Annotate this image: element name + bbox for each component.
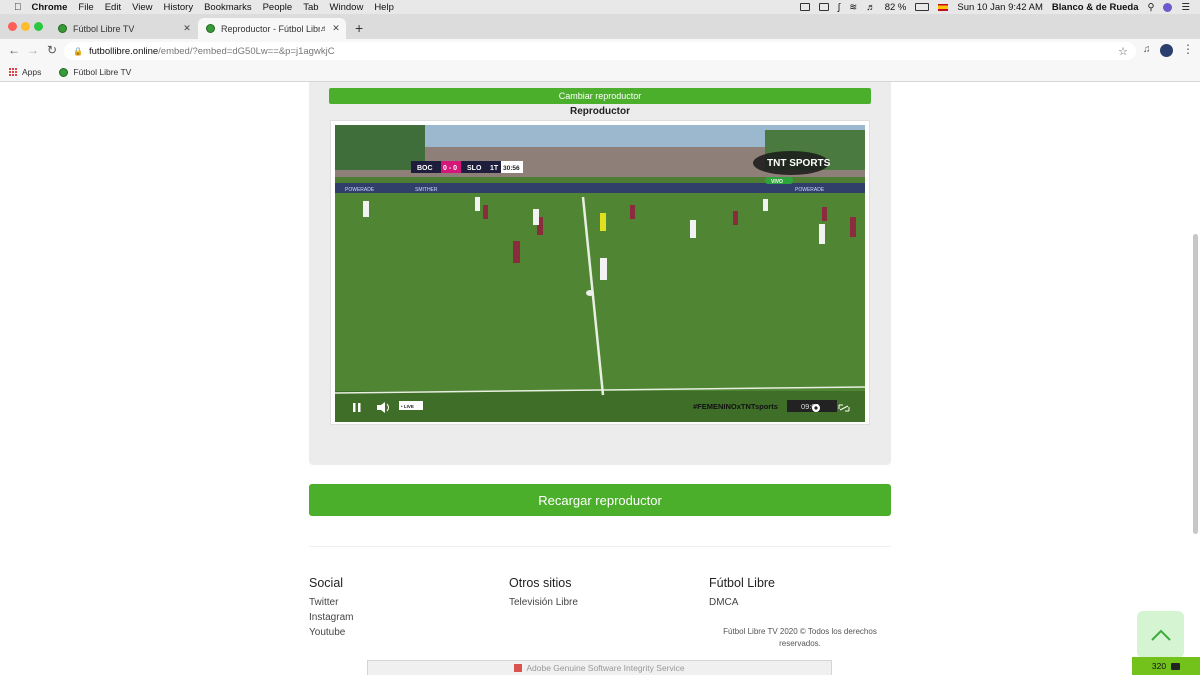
footer-link-dmca[interactable]: DMCA: [709, 597, 738, 608]
adobe-icon: [514, 664, 523, 672]
reload-icon[interactable]: ↻: [47, 43, 57, 57]
bookmark-star-icon[interactable]: ☆: [1118, 45, 1128, 58]
mac-menubar:  Chrome File Edit View History Bookmark…: [0, 0, 1200, 14]
zoom-window-button[interactable]: [34, 22, 43, 31]
bluetooth-icon[interactable]: ∫: [838, 2, 841, 13]
ball: [586, 290, 594, 296]
tnt-sports-logo: TNT SPORTS: [767, 158, 831, 169]
media-controls-icon[interactable]: ♫: [1143, 44, 1151, 55]
page-content: Cambiar reproductor Reproductor BOC 0 - …: [0, 82, 1200, 675]
live-indicator[interactable]: • LIVE: [401, 404, 414, 409]
chat-bubble-icon: [1171, 662, 1181, 670]
apple-icon[interactable]: : [14, 2, 22, 13]
back-icon[interactable]: ←: [8, 43, 20, 57]
menu-window[interactable]: Window: [330, 2, 364, 13]
new-tab-button[interactable]: +: [355, 20, 363, 36]
address-bar[interactable]: 🔒 futbollibre.online /embed/?embed=dG50L…: [64, 42, 1136, 60]
ad-board-3: POWERADE: [795, 187, 825, 193]
input-source-flag-icon[interactable]: [938, 3, 949, 11]
soccer-ball-icon: [59, 67, 69, 77]
menubar-status-area: ∫ ≋ ♬ 82 % Sun 10 Jan 9:42 AM Blanco & d…: [799, 0, 1190, 14]
footer-divider: [309, 546, 891, 547]
ad-board-2: SMITHER: [415, 187, 438, 193]
display-icon[interactable]: [799, 3, 810, 11]
minimize-window-button[interactable]: [21, 22, 30, 31]
menu-bookmarks[interactable]: Bookmarks: [204, 2, 252, 13]
tab-title: Reproductor - Fútbol Libre TV: [221, 23, 320, 34]
scoreboard-period: 1T: [490, 165, 499, 172]
user-name[interactable]: Blanco & de Rueda: [1052, 2, 1139, 13]
bookmark-apps[interactable]: Apps: [22, 67, 41, 77]
clock[interactable]: Sun 10 Jan 9:42 AM: [957, 2, 1043, 13]
menu-file[interactable]: File: [78, 2, 93, 13]
scoreboard-clock: 30:56: [503, 165, 520, 172]
reload-player-button[interactable]: Recargar reproductor: [309, 484, 891, 516]
scoreboard-score: 0 - 0: [443, 165, 457, 172]
bookmarks-bar: Apps Fútbol Libre TV: [0, 63, 1200, 82]
ad-board-1: POWERADE: [345, 187, 375, 193]
scoreboard-home: BOC: [417, 165, 433, 172]
bookmark-futbol-libre[interactable]: Fútbol Libre TV: [73, 67, 131, 77]
menu-chrome[interactable]: Chrome: [32, 2, 68, 13]
volume-icon[interactable]: ♬: [866, 2, 876, 13]
footer-link-twitter[interactable]: Twitter: [309, 597, 338, 608]
airplay-icon[interactable]: [818, 3, 829, 11]
footer-link-youtube[interactable]: Youtube: [309, 627, 345, 638]
adobe-notice-bar[interactable]: Adobe Genuine Software Integrity Service: [367, 660, 832, 675]
settings-gear-icon[interactable]: [812, 404, 820, 412]
wifi-icon[interactable]: ≋: [849, 2, 857, 13]
change-player-button[interactable]: Cambiar reproductor: [329, 88, 871, 104]
forward-icon[interactable]: →: [27, 43, 39, 57]
siri-icon[interactable]: [1163, 2, 1173, 12]
url-path: /embed/?embed=dG50Lw==&p=j1agwkjC: [158, 45, 335, 57]
chevron-up-icon: [1150, 629, 1171, 641]
footer-link-instagram[interactable]: Instagram: [309, 612, 353, 623]
video-player[interactable]: BOC 0 - 0 SLO 1T 30:56 TNT SPORTS VIVO P…: [335, 125, 865, 422]
lock-icon[interactable]: 🔒: [73, 47, 83, 56]
scroll-to-top-button[interactable]: [1137, 611, 1184, 658]
more-menu-icon[interactable]: ⋮: [1182, 42, 1194, 56]
soccer-ball-icon: [58, 24, 67, 33]
menu-history[interactable]: History: [164, 2, 194, 13]
counter-value: 320: [1151, 661, 1167, 671]
chat-counter-widget[interactable]: 320: [1132, 657, 1200, 675]
apps-grid-icon[interactable]: [9, 68, 17, 76]
soccer-ball-icon: [206, 24, 215, 33]
menu-people[interactable]: People: [263, 2, 293, 13]
page-scrollbar[interactable]: [1193, 234, 1198, 534]
footer-link-television-libre[interactable]: Televisión Libre: [509, 597, 578, 608]
video-frame: BOC 0 - 0 SLO 1T 30:56 TNT SPORTS VIVO P…: [335, 125, 865, 422]
close-tab-icon[interactable]: ✕: [330, 23, 342, 34]
notification-center-icon[interactable]: ☰: [1181, 2, 1190, 13]
url-host: futbollibre.online: [88, 45, 159, 57]
footer-heading-futbol-libre: Fútbol Libre: [709, 576, 776, 590]
menu-edit[interactable]: Edit: [105, 2, 121, 13]
speaker-icon[interactable]: ♬: [320, 24, 328, 33]
profile-avatar[interactable]: [1160, 44, 1173, 57]
scoreboard-away: SLO: [467, 165, 482, 172]
menu-tab[interactable]: Tab: [303, 2, 318, 13]
player-title: Reproductor: [570, 106, 630, 117]
footer-heading-other-sites: Otros sitios: [509, 576, 572, 590]
vivo-label: VIVO: [771, 179, 783, 185]
tab-reproductor[interactable]: Reproductor - Fútbol Libre TV ♬ ✕: [198, 18, 346, 39]
menu-help[interactable]: Help: [374, 2, 394, 13]
close-tab-icon[interactable]: ✕: [181, 23, 193, 34]
footer-heading-social: Social: [309, 576, 344, 590]
battery-percent[interactable]: 82 %: [885, 2, 907, 13]
copyright-text: Fútbol Libre TV 2020 © Todos los derecho…: [723, 627, 877, 648]
tab-title: Fútbol Libre TV: [73, 23, 135, 34]
battery-icon[interactable]: [915, 3, 930, 11]
menu-view[interactable]: View: [132, 2, 152, 13]
tab-futbol-libre[interactable]: Fútbol Libre TV ✕: [50, 18, 197, 39]
close-window-button[interactable]: [8, 22, 17, 31]
hashtag: #FEMENINOxTNTsports: [693, 402, 778, 411]
adobe-notice-text: Adobe Genuine Software Integrity Service: [526, 663, 685, 673]
search-icon[interactable]: ⚲: [1148, 2, 1155, 13]
